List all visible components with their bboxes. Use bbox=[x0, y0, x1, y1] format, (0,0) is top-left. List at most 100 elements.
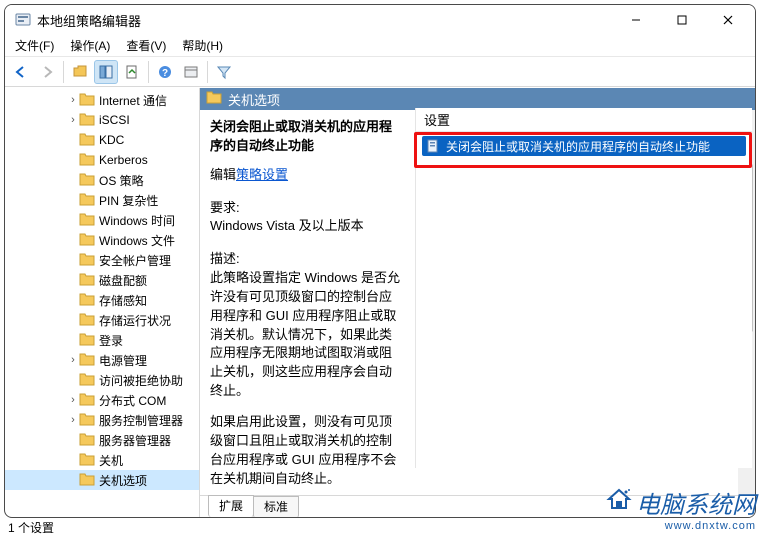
tree-item-label: 分布式 COM bbox=[99, 392, 166, 409]
menu-file[interactable]: 文件(F) bbox=[11, 35, 58, 56]
tab-standard[interactable]: 标准 bbox=[253, 496, 299, 517]
folder-icon bbox=[79, 93, 95, 107]
tree-item[interactable]: 磁盘配额 bbox=[5, 270, 199, 290]
watermark: 电脑系统网 www.dnxtw.com bbox=[606, 485, 756, 532]
tree-item[interactable]: Kerberos bbox=[5, 150, 199, 170]
tree-item-label: Internet 通信 bbox=[99, 92, 167, 109]
tree-item[interactable]: › iSCSI bbox=[5, 110, 199, 130]
folder-icon bbox=[79, 433, 95, 447]
close-button[interactable] bbox=[705, 5, 751, 35]
tree-item[interactable]: OS 策略 bbox=[5, 170, 199, 190]
folder-icon bbox=[79, 113, 95, 127]
back-button[interactable] bbox=[9, 60, 33, 84]
app-icon bbox=[15, 12, 31, 28]
policy-title: 关闭会阻止或取消关机的应用程序的自动终止功能 bbox=[210, 118, 400, 156]
content-header: 关机选项 bbox=[200, 88, 755, 110]
menubar: 文件(F) 操作(A) 查看(V) 帮助(H) bbox=[5, 35, 755, 57]
tree-item-label: 存储运行状况 bbox=[99, 312, 171, 329]
folder-icon bbox=[79, 453, 95, 467]
minimize-button[interactable] bbox=[613, 5, 659, 35]
tree-item[interactable]: › 服务控制管理器 bbox=[5, 410, 199, 430]
up-button[interactable] bbox=[68, 60, 92, 84]
tree-item-label: 关机 bbox=[99, 452, 123, 469]
edit-prefix: 编辑 bbox=[210, 167, 236, 182]
tree-item[interactable]: 关机 bbox=[5, 450, 199, 470]
tree-item[interactable]: 安全帐户管理 bbox=[5, 250, 199, 270]
settings-column-header[interactable]: 设置 bbox=[416, 108, 752, 132]
tree-item-label: 服务控制管理器 bbox=[99, 412, 183, 429]
filter-button[interactable] bbox=[212, 60, 236, 84]
folder-icon bbox=[79, 313, 95, 327]
maximize-button[interactable] bbox=[659, 5, 705, 35]
tree-pane: › Internet 通信 › iSCSI KDC Kerberos OS 策略 PIN 复杂… bbox=[5, 88, 200, 517]
chevron-right-icon[interactable]: › bbox=[67, 414, 79, 426]
tree-item-label: PIN 复杂性 bbox=[99, 192, 158, 209]
svg-text:?: ? bbox=[162, 68, 168, 79]
menu-action[interactable]: 操作(A) bbox=[66, 35, 114, 56]
tree-item[interactable]: › Internet 通信 bbox=[5, 90, 199, 110]
tree-item[interactable]: 存储感知 bbox=[5, 290, 199, 310]
separator bbox=[148, 61, 149, 83]
tree-item-label: 访问被拒绝协助 bbox=[99, 372, 183, 389]
tree[interactable]: › Internet 通信 › iSCSI KDC Kerberos OS 策略 PIN 复杂… bbox=[5, 88, 199, 492]
export-button[interactable] bbox=[120, 60, 144, 84]
folder-icon bbox=[79, 253, 95, 267]
tree-item-label: 安全帐户管理 bbox=[99, 252, 171, 269]
edit-policy-link[interactable]: 策略设置 bbox=[236, 167, 288, 182]
folder-icon bbox=[79, 333, 95, 347]
tree-item-label: 关机选项 bbox=[99, 472, 147, 489]
folder-icon bbox=[79, 273, 95, 287]
tree-item[interactable]: Windows 时间 bbox=[5, 210, 199, 230]
folder-icon bbox=[79, 213, 95, 227]
tree-item[interactable]: › 电源管理 bbox=[5, 350, 199, 370]
tree-item[interactable]: 登录 bbox=[5, 330, 199, 350]
house-icon bbox=[606, 486, 632, 519]
folder-icon bbox=[79, 133, 95, 147]
tree-item[interactable]: KDC bbox=[5, 130, 199, 150]
tab-extended[interactable]: 扩展 bbox=[208, 495, 254, 517]
chevron-right-icon[interactable]: › bbox=[67, 94, 79, 106]
tree-item-label: 电源管理 bbox=[99, 352, 147, 369]
settings-item[interactable]: 关闭会阻止或取消关机的应用程序的自动终止功能 bbox=[422, 136, 746, 156]
tree-item[interactable]: 服务器管理器 bbox=[5, 430, 199, 450]
settings-list[interactable]: 关闭会阻止或取消关机的应用程序的自动终止功能 bbox=[416, 132, 752, 468]
status-text: 1 个设置 bbox=[8, 519, 54, 536]
menu-view[interactable]: 查看(V) bbox=[122, 35, 170, 56]
policy-icon bbox=[426, 139, 440, 153]
tree-item[interactable]: 存储运行状况 bbox=[5, 310, 199, 330]
forward-button[interactable] bbox=[35, 60, 59, 84]
menu-help[interactable]: 帮助(H) bbox=[178, 35, 227, 56]
folder-icon bbox=[79, 473, 95, 487]
tree-item[interactable]: 关机选项 bbox=[5, 470, 199, 490]
watermark-url: www.dnxtw.com bbox=[606, 520, 756, 532]
tree-item[interactable]: › 分布式 COM bbox=[5, 390, 199, 410]
tree-item-label: Windows 时间 bbox=[99, 212, 175, 229]
chevron-right-icon[interactable]: › bbox=[67, 394, 79, 406]
description-text: 此策略设置指定 Windows 是否允许没有可见顶级窗口的控制台应用程序和 GU… bbox=[210, 269, 402, 401]
folder-icon bbox=[79, 153, 95, 167]
tree-item[interactable]: 访问被拒绝协助 bbox=[5, 370, 199, 390]
help-button[interactable]: ? bbox=[153, 60, 177, 84]
toolbar: ? bbox=[5, 57, 755, 87]
tree-item[interactable]: Windows 文件 bbox=[5, 230, 199, 250]
properties-button[interactable] bbox=[179, 60, 203, 84]
description-text-2: 如果启用此设置，则没有可见顶级窗口且阻止或取消关机的控制台应用程序或 GUI 应… bbox=[210, 413, 402, 488]
chevron-right-icon[interactable]: › bbox=[67, 114, 79, 126]
chevron-right-icon[interactable]: › bbox=[67, 354, 79, 366]
tree-item-label: 磁盘配额 bbox=[99, 272, 147, 289]
folder-icon bbox=[79, 293, 95, 307]
tree-item-label: Kerberos bbox=[99, 153, 148, 167]
tree-item-label: OS 策略 bbox=[99, 172, 144, 189]
show-hide-tree-button[interactable] bbox=[94, 60, 118, 84]
settings-panel: 设置 关闭会阻止或取消关机的应用程序的自动终止功能 bbox=[416, 108, 752, 468]
titlebar: 本地组策略编辑器 bbox=[5, 5, 755, 35]
content-header-title: 关机选项 bbox=[228, 90, 280, 109]
separator bbox=[207, 61, 208, 83]
settings-item-label: 关闭会阻止或取消关机的应用程序的自动终止功能 bbox=[446, 138, 710, 155]
tree-item[interactable]: PIN 复杂性 bbox=[5, 190, 199, 210]
tree-item-label: 服务器管理器 bbox=[99, 432, 171, 449]
tree-item-label: 登录 bbox=[99, 332, 123, 349]
folder-icon bbox=[79, 373, 95, 387]
tree-item-label: iSCSI bbox=[99, 113, 130, 127]
folder-icon bbox=[206, 91, 222, 108]
